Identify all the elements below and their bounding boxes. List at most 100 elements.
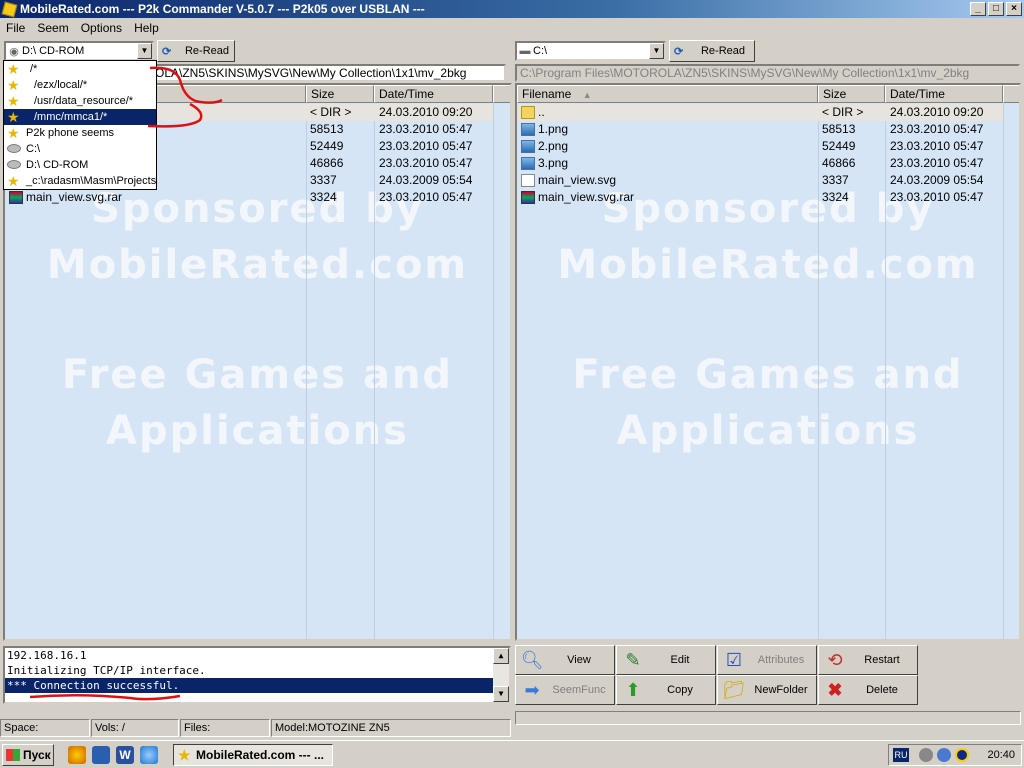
refresh-icon: ⟳ (162, 45, 172, 58)
right-header-size[interactable]: Size (818, 85, 885, 103)
internet-explorer-icon[interactable] (140, 746, 158, 764)
column-divider (493, 103, 494, 639)
menu-options[interactable]: Options (75, 21, 128, 35)
title-bar: MobileRated.com --- P2k Commander V-5.0.… (0, 0, 1024, 18)
file-name: main_view.svg.rar (538, 190, 635, 204)
right-drive-select[interactable]: ▬ C:\ ▼ (515, 41, 666, 61)
dropdown-option[interactable]: ★ _c:\radasm\Masm\Projects\ (4, 173, 156, 189)
file-name: 3.png (538, 156, 569, 170)
dropdown-option[interactable]: ★ P2k phone seems (4, 125, 156, 141)
newfolder-label: NewFolder (754, 684, 808, 696)
table-row[interactable]: .. < DIR > 24.03.2010 09:20 (517, 104, 1003, 121)
dropdown-option-label: /mmc/mmca1/* (34, 111, 108, 123)
file-date-cell: 23.03.2010 05:47 (890, 122, 984, 136)
table-row[interactable]: 3.png 46866 23.03.2010 05:47 (517, 155, 1003, 172)
start-button[interactable]: Пуск (2, 744, 54, 766)
chevron-down-icon[interactable]: ▼ (137, 43, 152, 59)
close-button[interactable]: × (1006, 2, 1022, 16)
table-row[interactable]: main_view.svg.rar 3324 23.03.2010 05:47 (5, 189, 493, 206)
start-label: Пуск (23, 748, 51, 762)
favorite-star-icon: ★ (7, 61, 20, 77)
file-name-cell: 2.png (521, 138, 816, 155)
table-row[interactable]: 1.png 58513 23.03.2010 05:47 (517, 121, 1003, 138)
copy-label: Copy (667, 684, 693, 696)
left-drive-select[interactable]: ◉ D:\ CD-ROM ▼ (4, 41, 154, 61)
newfolder-button[interactable]: 📁︎ NewFolder (717, 675, 817, 705)
right-file-panel[interactable]: Sponsored by MobileRated.com Free Games … (515, 83, 1021, 641)
left-header-date[interactable]: Date/Time (374, 85, 493, 103)
tray-icon-1[interactable] (919, 748, 933, 762)
new-folder-icon: 📁︎ (722, 679, 746, 700)
file-name: 2.png (538, 139, 569, 153)
attributes-button[interactable]: ☑ Attributes (717, 645, 817, 675)
watermark-line: MobileRated.com (557, 242, 979, 288)
menu-file[interactable]: File (0, 21, 31, 35)
dropdown-option-label: _c:\radasm\Masm\Projects\ (26, 175, 156, 187)
word-icon[interactable]: W (116, 746, 134, 764)
view-button[interactable]: 🔍︎ View (515, 645, 615, 675)
clock: 20:40 (987, 749, 1015, 761)
dropdown-option[interactable]: ★ /* (4, 61, 156, 77)
dropdown-option[interactable]: ★ /mmc/mmca1/* (4, 109, 156, 125)
dropdown-option-label: /ezx/local/* (34, 79, 88, 91)
left-reread-button[interactable]: ⟳ Re-Read (157, 40, 235, 62)
png-file-icon (521, 157, 535, 171)
right-header-date[interactable]: Date/Time (885, 85, 1003, 103)
rar-file-icon (521, 191, 535, 205)
maximize-button[interactable]: □ (988, 2, 1004, 16)
scroll-up-icon[interactable]: ▲ (493, 648, 509, 664)
scroll-down-icon[interactable]: ▼ (493, 686, 509, 702)
tray-icon-2[interactable] (937, 748, 951, 762)
file-size-cell: 3337 (310, 173, 337, 187)
dropdown-option[interactable]: D:\ CD-ROM (4, 157, 156, 173)
right-reread-button[interactable]: ⟳ Re-Read (669, 40, 755, 62)
minimize-button[interactable]: _ (970, 2, 986, 16)
table-row[interactable]: 2.png 52449 23.03.2010 05:47 (517, 138, 1003, 155)
menu-help[interactable]: Help (128, 21, 165, 35)
app-quicklaunch-icon[interactable] (92, 746, 110, 764)
chevron-down-icon[interactable]: ▼ (649, 43, 664, 59)
log-line: *** Connection successful. (5, 678, 493, 693)
dropdown-option[interactable]: ★ /usr/data_resource/* (4, 93, 156, 109)
language-indicator[interactable]: RU (893, 748, 909, 762)
media-player-icon[interactable] (68, 746, 86, 764)
arrow-right-icon: ➡ (524, 679, 540, 700)
png-file-icon (521, 140, 535, 154)
taskbar-window-button[interactable]: ★ MobileRated.com --- ... (173, 744, 333, 766)
dropdown-option[interactable]: ★ /ezx/local/* (4, 77, 156, 93)
right-path-field[interactable]: C:\Program Files\MOTOROLA\ZN5\SKINS\MySV… (515, 64, 1020, 82)
right-header-filler (1003, 85, 1019, 103)
watermark-line: Applications (106, 408, 409, 454)
file-name-cell: main_view.svg.rar (9, 189, 304, 206)
status-files: Files: (180, 719, 270, 737)
copy-button[interactable]: ⬆ Copy (616, 675, 716, 705)
edit-button[interactable]: ✎ Edit (616, 645, 716, 675)
log-scrollbar[interactable]: ▲ ▼ (493, 648, 509, 702)
favorite-star-icon: ★ (7, 125, 20, 141)
log-output[interactable]: 192.168.16.1 Initializing TCP/IP interfac… (3, 646, 511, 704)
right-reread-label: Re-Read (700, 45, 746, 57)
dropdown-option[interactable]: C:\ (4, 141, 156, 157)
seemfunc-button[interactable]: ➡ SeemFunc (515, 675, 615, 705)
file-date-cell: 23.03.2010 05:47 (379, 190, 473, 204)
file-size-cell: < DIR > (310, 105, 352, 119)
watermark-line: Applications (616, 408, 920, 454)
drive-dropdown-list[interactable]: ★ /* ★ /ezx/local/* ★ /usr/data_resource/* ★ /m… (3, 60, 157, 190)
svg-file-icon (521, 174, 535, 188)
delete-x-icon: ✖ (827, 679, 843, 700)
right-header-name-label: Filename (522, 87, 572, 101)
file-name-cell: .. (521, 104, 816, 121)
left-drive-value: D:\ CD-ROM (22, 45, 85, 57)
table-row[interactable]: main_view.svg 3337 24.03.2009 05:54 (517, 172, 1003, 189)
delete-label: Delete (866, 684, 898, 696)
file-date-cell: 24.03.2010 09:20 (890, 105, 984, 119)
menu-seem[interactable]: Seem (31, 21, 74, 35)
tray-icon-3[interactable] (955, 748, 969, 762)
table-row[interactable]: main_view.svg.rar 3324 23.03.2010 05:47 (517, 189, 1003, 206)
delete-button[interactable]: ✖ Delete (818, 675, 918, 705)
menu-bar: File Seem Options Help (0, 18, 1024, 38)
restart-button[interactable]: ⟲ Restart (818, 645, 918, 675)
left-header-size[interactable]: Size (306, 85, 374, 103)
right-header-name[interactable]: Filename ▲ (517, 85, 818, 103)
file-date-cell: 23.03.2010 05:47 (379, 156, 473, 170)
